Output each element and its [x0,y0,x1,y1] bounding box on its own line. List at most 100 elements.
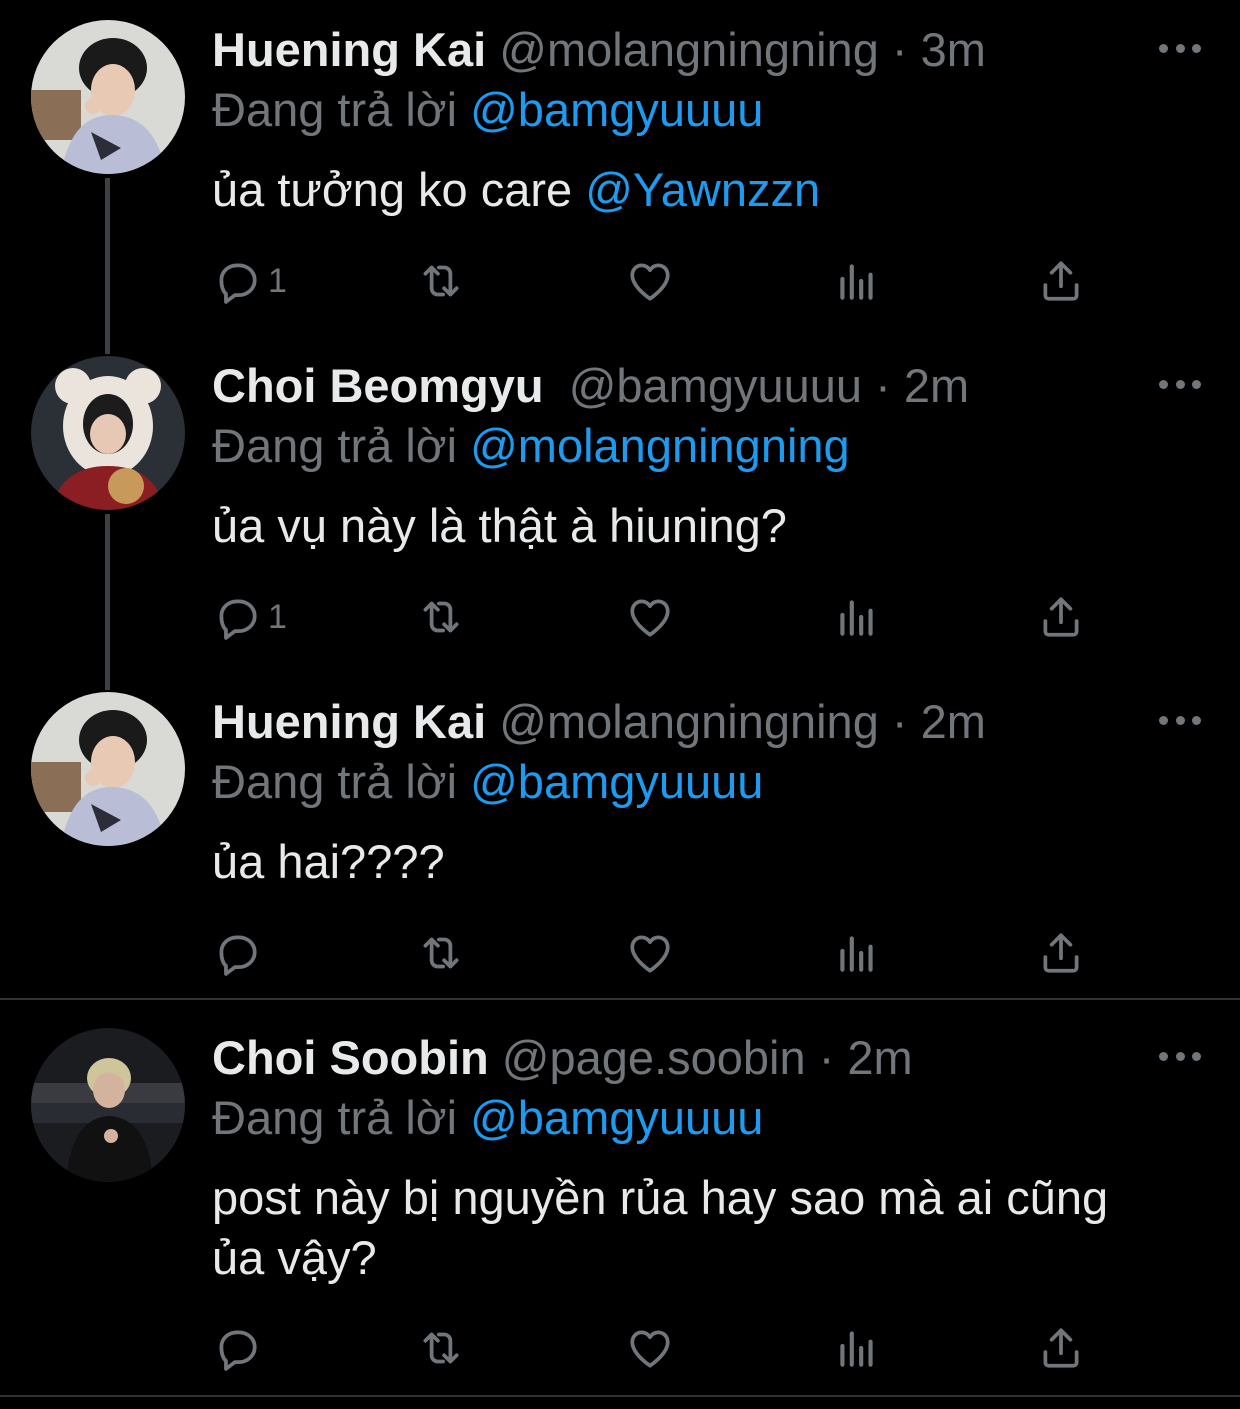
retweet-icon [423,1332,459,1364]
replying-prefix: Đang trả lời [212,83,458,136]
avatar-image [31,356,185,510]
tweet-header: Huening Kai @molangningning · 3m [212,22,986,78]
reply-button[interactable] [212,1320,268,1376]
reply-count: 1 [268,597,287,636]
share-button[interactable] [1036,589,1086,645]
share-button[interactable] [1036,1320,1086,1376]
tweet-text: ủa hai???? [212,832,1172,892]
tweet-actions [212,925,1092,981]
analytics-button[interactable] [832,253,882,309]
replying-to-line: Đang trả lời @bamgyuuuu [212,82,763,138]
share-button[interactable] [1036,253,1086,309]
avatar-image [31,1028,185,1182]
more-options-icon[interactable] [1159,1051,1201,1061]
more-options-icon[interactable] [1159,379,1201,389]
share-icon [1043,597,1079,637]
separator-dot: · [875,359,891,412]
replying-to-line: Đang trả lời @bamgyuuuu [212,754,763,810]
tweet-actions: 1 [212,253,1092,309]
share-icon [1043,933,1079,973]
avatar-huening-kai[interactable] [31,692,185,846]
replying-prefix: Đang trả lời [212,419,458,472]
like-button[interactable] [625,1320,675,1376]
avatar-choi-soobin[interactable] [31,1028,185,1182]
like-icon [630,263,670,301]
tweet-text-content: post này bị nguyền rủa hay sao mà ai cũn… [212,1171,1109,1284]
replying-to-mention[interactable]: @bamgyuuuu [470,1091,763,1144]
tweet-text: post này bị nguyền rủa hay sao mà ai cũn… [212,1168,1112,1288]
replying-to-mention[interactable]: @bamgyuuuu [470,83,763,136]
separator-dot: · [818,1031,835,1084]
share-icon [1043,1328,1079,1368]
display-name[interactable]: Huening Kai [212,695,486,748]
timestamp[interactable]: 2m [921,695,986,748]
tweet-header: Choi Soobin @page.soobin · 2m [212,1030,913,1086]
analytics-button[interactable] [832,1320,882,1376]
reply-button[interactable]: 1 [212,253,287,309]
tweet-text: ủa tưởng ko care @Yawnzzn [212,160,1172,220]
retweet-icon [423,265,459,297]
retweet-icon [423,937,459,969]
tweet-text-content: ủa tưởng ko care [212,163,586,216]
user-handle[interactable]: @molangningning [499,23,879,76]
tweet-text: ủa vụ này là thật à hiuning? [212,496,1172,556]
replying-to-mention[interactable]: @bamgyuuuu [470,755,763,808]
reply-icon [219,263,257,304]
replying-to-line: Đang trả lời @bamgyuuuu [212,1090,763,1146]
like-icon [630,935,670,973]
retweet-button[interactable] [416,589,466,645]
timestamp[interactable]: 2m [847,1031,912,1084]
display-name[interactable]: Huening Kai [212,23,486,76]
tweet-actions: 1 [212,589,1092,645]
like-button[interactable] [625,925,675,981]
like-icon [630,1330,670,1368]
like-button[interactable] [625,589,675,645]
replying-to-line: Đang trả lời @molangningning [212,418,850,474]
thread-connector-line [105,514,110,690]
retweet-icon [423,601,459,633]
retweet-button[interactable] [416,925,466,981]
user-handle[interactable]: @bamgyuuuu [569,359,862,412]
analytics-button[interactable] [832,925,882,981]
user-handle[interactable]: @molangningning [499,695,879,748]
text-mention[interactable]: @Yawnzzn [585,163,820,216]
share-button[interactable] [1036,925,1086,981]
reply-count: 1 [268,261,287,300]
reply-icon [219,935,257,976]
retweet-button[interactable] [416,253,466,309]
tweet-actions [212,1320,1092,1376]
separator-dot: · [891,23,908,76]
more-options-icon[interactable] [1159,715,1201,725]
tweet-text-content: ủa hai???? [212,835,445,888]
analytics-icon [840,936,873,972]
reply-icon [219,599,257,640]
more-options-icon[interactable] [1159,43,1201,53]
display-name[interactable]: Choi Beomgyu [212,359,544,412]
reply-button[interactable] [212,925,268,981]
thread-connector-line [105,178,110,354]
reply-icon [219,1330,257,1371]
avatar-huening-kai[interactable] [31,20,185,174]
reply-button[interactable]: 1 [212,589,287,645]
timestamp[interactable]: 2m [904,359,969,412]
tweet-header: Huening Kai @molangningning · 2m [212,694,986,750]
replying-prefix: Đang trả lời [212,1091,458,1144]
tweet-text-content: ủa vụ này là thật à hiuning? [212,499,787,552]
retweet-button[interactable] [416,1320,466,1376]
display-name[interactable]: Choi Soobin [212,1031,489,1084]
like-button[interactable] [625,253,675,309]
replying-to-mention[interactable]: @molangningning [470,419,850,472]
tweet-divider [0,998,1240,1000]
avatar-choi-beomgyu[interactable] [31,356,185,510]
share-icon [1043,261,1079,301]
tweet-divider [0,1395,1240,1397]
separator-dot: · [891,695,908,748]
replying-prefix: Đang trả lời [212,755,458,808]
avatar-image [31,20,185,174]
analytics-icon [840,264,873,300]
analytics-icon [840,600,873,636]
analytics-button[interactable] [832,589,882,645]
user-handle[interactable]: @page.soobin [502,1031,806,1084]
timestamp[interactable]: 3m [921,23,986,76]
analytics-icon [840,1331,873,1367]
